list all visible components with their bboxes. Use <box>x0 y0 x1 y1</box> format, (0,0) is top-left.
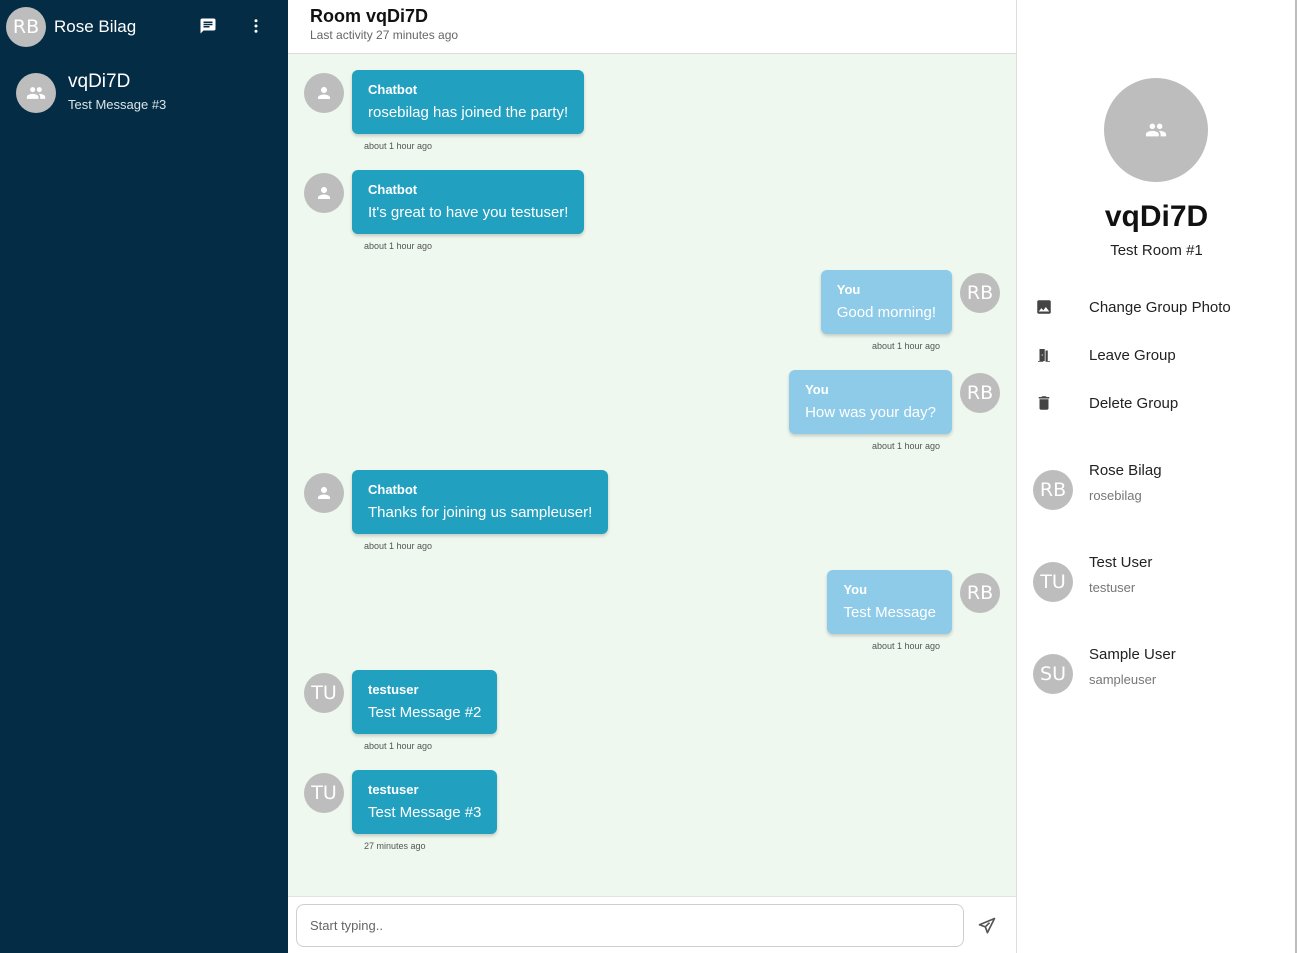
member-item[interactable]: RB Rose Bilag rosebilag <box>1017 462 1296 522</box>
member-item[interactable]: SU Sample User sampleuser <box>1017 646 1296 706</box>
message-text: Thanks for joining us sampleuser! <box>368 504 593 521</box>
message-bubble: testuser Test Message #3 <box>352 770 498 834</box>
room-list-last-message: Test Message #3 <box>68 97 167 112</box>
leave-group-button[interactable]: Leave Group <box>1017 336 1296 376</box>
message-timestamp: about 1 hour ago <box>871 441 940 451</box>
message-avatar: RB <box>960 373 1000 413</box>
message-sender: You <box>805 382 829 397</box>
message-text: Test Message #3 <box>368 804 482 821</box>
message-sender: Chatbot <box>368 182 418 197</box>
message-text: rosebilag has joined the party! <box>368 104 569 121</box>
send-icon <box>978 917 996 934</box>
message-timestamp: about 1 hour ago <box>871 641 940 651</box>
member-name: Rose Bilag <box>1089 462 1162 479</box>
message-avatar: TU <box>304 673 344 713</box>
current-user-name: Rose Bilag <box>54 17 137 36</box>
chat-icon <box>200 18 216 34</box>
send-button[interactable] <box>974 913 1000 939</box>
chat-last-activity: Last activity 27 minutes ago <box>310 28 459 42</box>
message-text: Test Message <box>843 604 936 621</box>
person-icon <box>318 187 330 199</box>
room-list-avatar <box>16 73 56 113</box>
delete-group-button[interactable]: Delete Group <box>1017 384 1296 424</box>
message-text: Good morning! <box>836 304 936 321</box>
message-bubble: You How was your day? <box>789 370 952 434</box>
message-text: It's great to have you testuser! <box>368 204 569 221</box>
action-label: Leave Group <box>1089 347 1176 364</box>
person-icon <box>318 487 330 499</box>
message-timestamp: 27 minutes ago <box>364 841 426 851</box>
group-icon <box>26 87 46 99</box>
member-username: rosebilag <box>1089 488 1142 503</box>
message-bubble: Chatbot Thanks for joining us sampleuser… <box>352 470 609 534</box>
room-details-panel: vqDi7D Test Room #1 Change Group Photo L… <box>1016 0 1297 953</box>
chat-main: Room vqDi7D Last activity 27 minutes ago… <box>288 0 1016 953</box>
message-avatar <box>304 73 344 113</box>
message-list[interactable]: Chatbot rosebilag has joined the party! … <box>288 54 1016 896</box>
message-bubble: Chatbot It's great to have you testuser! <box>352 170 585 234</box>
composer <box>288 896 1016 953</box>
message-sender: You <box>836 282 861 297</box>
message-text: Test Message #2 <box>368 704 482 721</box>
action-label: Delete Group <box>1089 395 1179 412</box>
group-icon <box>1145 123 1167 137</box>
current-user-avatar[interactable]: RB <box>6 7 46 47</box>
message-sender: You <box>843 582 868 597</box>
message-bubble: You Good morning! <box>820 270 952 334</box>
change-group-photo-button[interactable]: Change Group Photo <box>1017 288 1296 328</box>
message-input[interactable] <box>296 904 964 947</box>
message-text: How was your day? <box>805 404 936 421</box>
message-timestamp: about 1 hour ago <box>364 741 433 751</box>
message-timestamp: about 1 hour ago <box>364 541 433 551</box>
member-username: sampleuser <box>1089 672 1157 687</box>
message-avatar <box>304 173 344 213</box>
trash-icon <box>1035 394 1053 412</box>
more-vertical-icon <box>254 19 258 33</box>
room-list-name: vqDi7D <box>68 71 131 92</box>
new-chat-button[interactable] <box>194 12 222 40</box>
message-bubble: Chatbot rosebilag has joined the party! <box>352 70 585 134</box>
message-timestamp: about 1 hour ago <box>364 241 433 251</box>
message-bubble: testuser Test Message #2 <box>352 670 498 734</box>
member-avatar: TU <box>1033 562 1073 602</box>
room-details-name: vqDi7D <box>1104 200 1209 233</box>
member-avatar: SU <box>1033 654 1073 694</box>
action-label: Change Group Photo <box>1089 299 1231 316</box>
member-username: testuser <box>1089 580 1136 595</box>
image-icon <box>1035 298 1053 316</box>
message-sender: Chatbot <box>368 482 418 497</box>
member-avatar: RB <box>1033 470 1073 510</box>
chat-room-title: Room vqDi7D <box>310 6 429 26</box>
message-timestamp: about 1 hour ago <box>364 141 433 151</box>
message-avatar <box>304 473 344 513</box>
message-avatar: RB <box>960 573 1000 613</box>
member-item[interactable]: TU Test User testuser <box>1017 554 1296 614</box>
message-avatar: RB <box>960 273 1000 313</box>
message-sender: Chatbot <box>368 82 418 97</box>
exit-door-icon <box>1035 346 1053 364</box>
message-bubble: You Test Message <box>827 570 952 634</box>
message-timestamp: about 1 hour ago <box>871 341 940 351</box>
message-sender: testuser <box>368 782 419 797</box>
member-name: Test User <box>1089 554 1153 571</box>
sidebar-menu-button[interactable] <box>242 12 270 40</box>
sidebar-header: RB Rose Bilag <box>0 0 288 54</box>
room-photo <box>1104 78 1208 182</box>
person-icon <box>318 87 330 99</box>
chat-header: Room vqDi7D Last activity 27 minutes ago <box>288 0 1016 54</box>
message-sender: testuser <box>368 682 419 697</box>
room-details-description: Test Room #1 <box>1110 242 1203 259</box>
member-name: Sample User <box>1089 646 1176 663</box>
sidebar-room-item[interactable]: vqDi7D Test Message #3 <box>0 62 288 126</box>
sidebar: RB Rose Bilag vqDi7D Test Message #3 <box>0 0 288 953</box>
message-avatar: TU <box>304 773 344 813</box>
